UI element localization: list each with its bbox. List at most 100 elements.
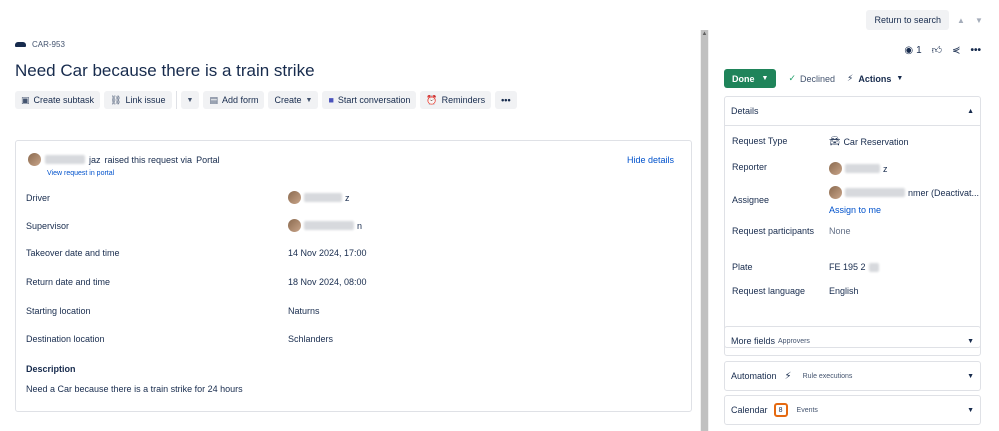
- more-icon: •••: [501, 95, 511, 105]
- create-subtask-label: Create subtask: [33, 95, 95, 105]
- detail-value[interactable]: None: [829, 226, 851, 236]
- next-issue-icon[interactable]: ▼: [973, 13, 985, 27]
- supervisor-name-suffix: n: [357, 220, 363, 231]
- automation-panel[interactable]: Automation ⚡︎ Rule executions ▼: [724, 361, 981, 391]
- field-row-return: Return date and time 18 Nov 2024, 08:00: [26, 277, 666, 287]
- description-label: Description: [26, 364, 76, 374]
- field-row-starting-location: Starting location Naturns: [26, 306, 666, 316]
- redacted-name: [304, 221, 354, 230]
- create-label: Create: [274, 95, 302, 105]
- calendar-sub: Events: [796, 406, 818, 414]
- more-fields-panel[interactable]: More fields Approvers ▼: [724, 326, 981, 356]
- field-value: n: [288, 219, 362, 232]
- calendar-panel[interactable]: Calendar 8 Events ▼: [724, 395, 981, 425]
- actions-button[interactable]: ⚡︎ Actions ▼: [847, 73, 903, 84]
- field-row-destination-location: Destination location Schlanders: [26, 334, 666, 344]
- lightning-icon: ⚡︎: [847, 73, 854, 83]
- more-actions-button[interactable]: •••: [495, 91, 517, 109]
- avatar: [288, 219, 301, 232]
- check-icon: ✓: [788, 73, 796, 83]
- redacted-name: [845, 164, 880, 173]
- detail-value[interactable]: FE 195 2: [829, 262, 879, 272]
- hide-details-link[interactable]: Hide details: [627, 155, 674, 165]
- automation-header[interactable]: Automation ⚡︎ Rule executions ▼: [725, 362, 980, 390]
- more-fields-title: More fields: [731, 336, 776, 346]
- more-fields-header[interactable]: More fields Approvers ▼: [725, 327, 980, 355]
- thumbs-up-icon[interactable]: 👍︎: [932, 44, 942, 56]
- reporter-name-suffix: z: [883, 163, 888, 174]
- create-subtask-button[interactable]: ▣ Create subtask: [15, 91, 101, 109]
- issue-main: CAR-953 Need Car because there is a trai…: [15, 40, 695, 109]
- automation-sub: Rule executions: [802, 372, 853, 380]
- chevron-up-icon: ▲: [967, 107, 974, 115]
- previous-issue-icon[interactable]: ▲: [955, 13, 967, 27]
- link-issue-label: Link issue: [125, 95, 166, 105]
- scroll-up-icon[interactable]: ▲: [700, 31, 709, 40]
- status-button[interactable]: Done ▼: [724, 69, 777, 88]
- detail-label: Request Type: [732, 136, 788, 146]
- redacted-name: [45, 155, 85, 164]
- lightning-icon: ⚡︎: [784, 370, 792, 382]
- start-conversation-label: Start conversation: [337, 95, 411, 105]
- watch-button[interactable]: ◉ 1: [904, 45, 921, 56]
- more-fields-sub: Approvers: [778, 337, 810, 345]
- link-issue-button[interactable]: ⛓ Link issue: [104, 91, 172, 109]
- detail-value[interactable]: 🚘︎ Car Reservation: [829, 136, 908, 147]
- form-icon: ▤: [209, 94, 218, 105]
- field-label: Destination location: [26, 334, 105, 344]
- add-form-button[interactable]: ▤ Add form: [203, 91, 265, 109]
- reminders-button[interactable]: ⏰ Reminders: [420, 91, 492, 109]
- raiser-name-suffix: jaz: [89, 154, 101, 165]
- field-label: Takeover date and time: [26, 248, 120, 258]
- chevron-down-icon: ▼: [305, 96, 313, 104]
- link-issue-dropdown[interactable]: ▼: [180, 91, 200, 109]
- share-icon[interactable]: ⋞: [952, 45, 960, 56]
- issue-key[interactable]: CAR-953: [32, 40, 65, 49]
- description-text[interactable]: Need a Car because there is a train stri…: [26, 384, 243, 394]
- issue-toolbar: ▣ Create subtask ⛓ Link issue ▼ ▤ Add fo…: [15, 91, 695, 109]
- avatar: [829, 162, 842, 175]
- field-row-supervisor: Supervisor n: [26, 219, 666, 232]
- request-details-card: jaz raised this request via Portal View …: [15, 140, 692, 412]
- create-button[interactable]: Create ▼: [268, 91, 319, 109]
- field-value: Schlanders: [288, 334, 334, 344]
- main-scrollbar[interactable]: [700, 30, 709, 431]
- status-label: Done: [732, 73, 755, 84]
- field-value: 14 Nov 2024, 17:00: [288, 248, 367, 258]
- scrollbar-thumb[interactable]: [701, 30, 708, 431]
- view-in-portal-link[interactable]: View request in portal: [47, 170, 114, 177]
- plate-value: FE 195 2: [829, 262, 866, 272]
- chevron-down-icon: ▼: [967, 372, 974, 380]
- calendar-header[interactable]: Calendar 8 Events ▼: [725, 396, 980, 424]
- detail-label: Plate: [732, 262, 753, 272]
- return-to-search-button[interactable]: Return to search: [866, 10, 949, 30]
- avatar: [28, 153, 41, 166]
- toolbar-divider: [175, 91, 177, 109]
- detail-value[interactable]: nmer (Deactivat...: [829, 186, 979, 199]
- chevron-down-icon: ▼: [967, 337, 974, 345]
- issue-summary[interactable]: Need Car because there is a train strike: [15, 61, 695, 81]
- actions-label: Actions: [858, 73, 892, 84]
- field-value: z: [288, 191, 350, 204]
- more-icon[interactable]: •••: [970, 45, 981, 56]
- chevron-down-icon: ▼: [186, 96, 194, 104]
- link-icon: ⛓: [110, 94, 122, 105]
- detail-value[interactable]: English: [829, 286, 859, 296]
- details-body: Request Type 🚘︎ Car Reservation Reporter…: [725, 125, 980, 347]
- detail-label: Request participants: [732, 226, 815, 236]
- avatar: [288, 191, 301, 204]
- detail-value[interactable]: z: [829, 162, 888, 175]
- calendar-title: Calendar: [731, 405, 768, 415]
- add-form-label: Add form: [221, 95, 259, 105]
- assign-to-me-link[interactable]: Assign to me: [829, 205, 881, 215]
- assignee-name-suffix: nmer (Deactivat...: [908, 187, 980, 198]
- field-label: Driver: [26, 192, 50, 203]
- resolution-label: Declined: [799, 73, 836, 84]
- details-panel-header[interactable]: Details ▲: [725, 97, 980, 125]
- chevron-down-icon: ▼: [967, 406, 974, 414]
- raised-by-row: jaz raised this request via Portal: [28, 153, 220, 166]
- field-label: Starting location: [26, 306, 91, 316]
- field-value: 18 Nov 2024, 08:00: [288, 277, 367, 287]
- start-conversation-button[interactable]: ■ Start conversation: [322, 91, 417, 109]
- subtask-icon: ▣: [21, 94, 30, 105]
